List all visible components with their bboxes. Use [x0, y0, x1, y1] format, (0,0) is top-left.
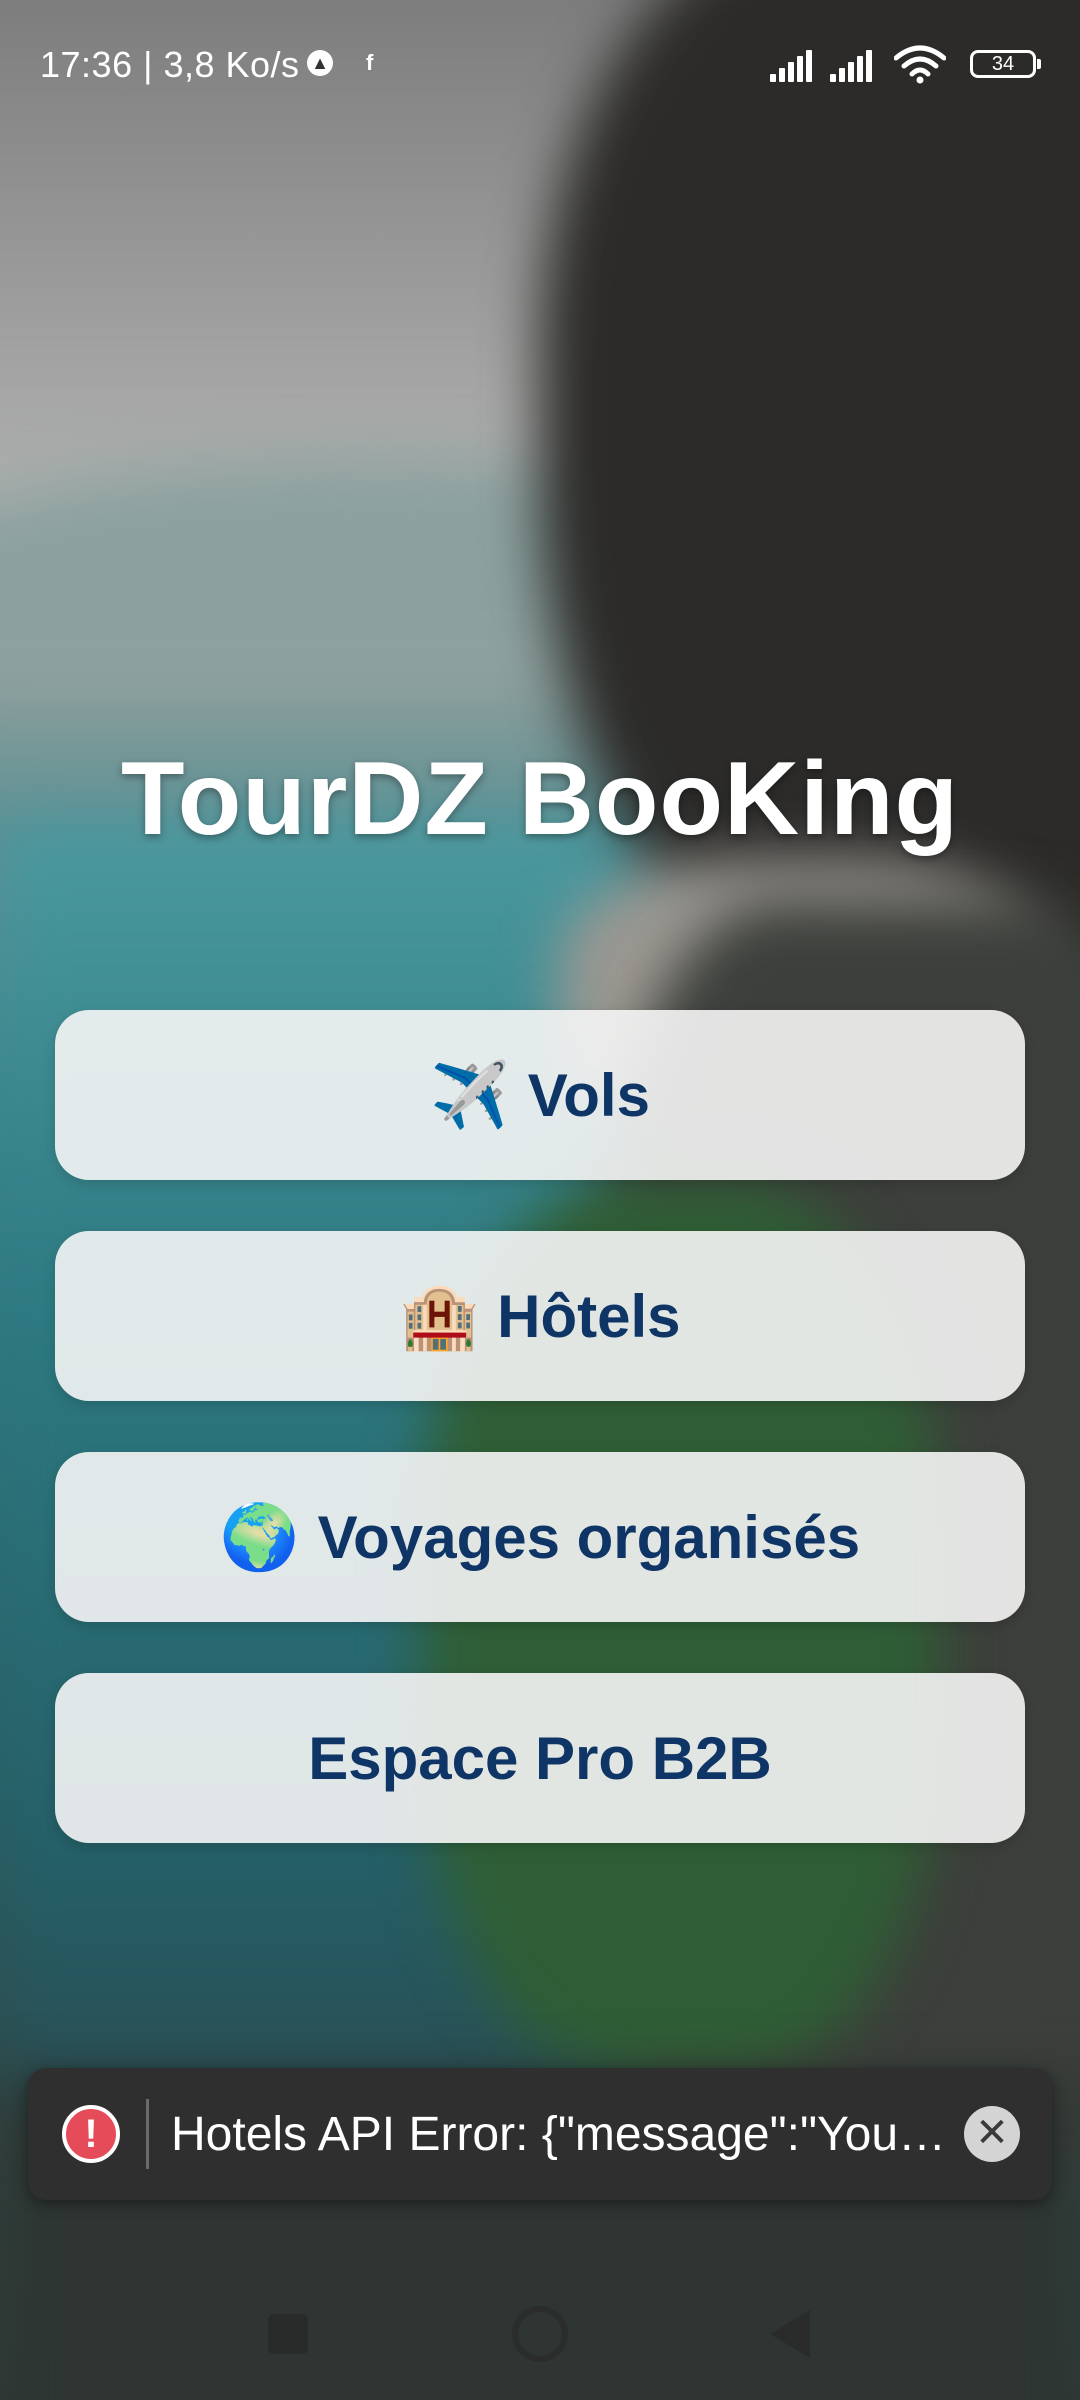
cell-signal-icon [770, 50, 818, 82]
hotels-button[interactable]: 🏨 Hôtels [55, 1231, 1025, 1401]
hotels-button-label: Hôtels [497, 1282, 681, 1350]
b2b-pro-space-button[interactable]: Espace Pro B2B [55, 1673, 1025, 1843]
app-screen: 17:36 | 3,8 Ko/s ▲ f 34 TourDZ BooKing ✈… [0, 0, 1080, 2400]
home-button[interactable] [512, 2306, 568, 2362]
status-time-speed: 17:36 | 3,8 Ko/s [40, 44, 300, 85]
cell-signal-icon-2 [830, 50, 878, 82]
organized-trips-button-label: Voyages organisés [317, 1503, 861, 1571]
close-icon[interactable]: ✕ [964, 2106, 1020, 2162]
airplane-icon: ✈️ [430, 1058, 510, 1131]
vpn-icon: ▲ [307, 50, 333, 76]
facebook-icon: f [366, 50, 374, 75]
status-icons: 34 [736, 44, 1041, 84]
organized-trips-button[interactable]: 🌍 Voyages organisés [55, 1452, 1025, 1622]
alert-icon: ! [62, 2105, 120, 2163]
app-title: TourDZ BooKing [120, 741, 960, 857]
b2b-pro-space-button-label: Espace Pro B2B [308, 1724, 772, 1792]
battery-level: 34 [991, 53, 1015, 75]
flights-button[interactable]: ✈️ Vols [55, 1010, 1025, 1180]
toast-message: Hotels API Error: {"message":"You … [171, 2107, 951, 2161]
back-button[interactable] [770, 2310, 810, 2358]
hotel-icon: 🏨 [399, 1279, 480, 1352]
error-toast: ! Hotels API Error: {"message":"You … ✕ [28, 2068, 1052, 2200]
battery-icon: 34 [970, 50, 1041, 78]
globe-icon: 🌍 [219, 1500, 300, 1573]
toast-divider [146, 2099, 149, 2169]
wifi-icon [894, 45, 946, 84]
recent-apps-button[interactable] [268, 2314, 308, 2354]
flights-button-label: Vols [527, 1061, 650, 1129]
status-bar: 17:36 | 3,8 Ko/s ▲ f 34 [0, 0, 1080, 130]
navigation-bar [0, 2280, 1080, 2400]
